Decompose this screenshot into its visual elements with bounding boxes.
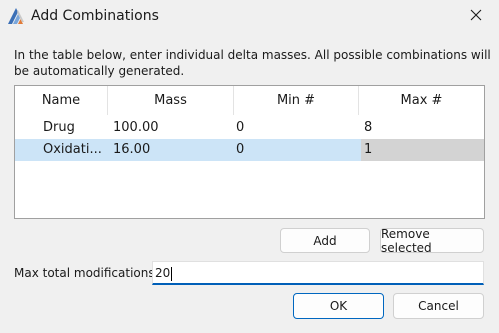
table-header: Name Mass Min # Max # [15,86,484,115]
max-total-input[interactable]: 20 [152,261,484,285]
cell-min[interactable]: 0 [236,117,361,139]
max-total-value: 20 [155,266,171,280]
column-header-max[interactable]: Max # [359,86,484,115]
add-button[interactable]: Add [280,228,370,253]
ok-button[interactable]: OK [293,293,384,319]
cell-mass[interactable]: 100.00 [113,117,236,139]
max-total-label: Max total modifications [14,266,155,280]
combinations-table[interactable]: Name Mass Min # Max # Drug 100.00 0 8 Ox… [14,85,485,219]
table-row[interactable]: Drug 100.00 0 8 [15,117,484,139]
cell-max[interactable]: 8 [361,117,484,139]
cancel-button[interactable]: Cancel [393,293,484,319]
remove-selected-button[interactable]: Remove selected [380,227,484,255]
cell-min[interactable]: 0 [236,139,361,161]
cell-max[interactable]: 1 [361,139,484,161]
instructions-text: In the table below, enter individual del… [14,48,491,78]
text-caret [171,266,173,281]
column-header-name[interactable]: Name [15,86,108,115]
close-icon [470,9,482,24]
cell-name[interactable]: Drug [15,117,113,139]
close-button[interactable] [453,0,499,33]
cell-mass[interactable]: 16.00 [113,139,236,161]
window-title: Add Combinations [31,8,159,24]
app-icon [6,6,26,26]
title-bar: Add Combinations [0,0,499,33]
cell-name[interactable]: Oxidati... [15,139,113,161]
column-header-min[interactable]: Min # [234,86,359,115]
table-row[interactable]: Oxidati... 16.00 0 1 [15,139,484,161]
column-header-mass[interactable]: Mass [108,86,234,115]
